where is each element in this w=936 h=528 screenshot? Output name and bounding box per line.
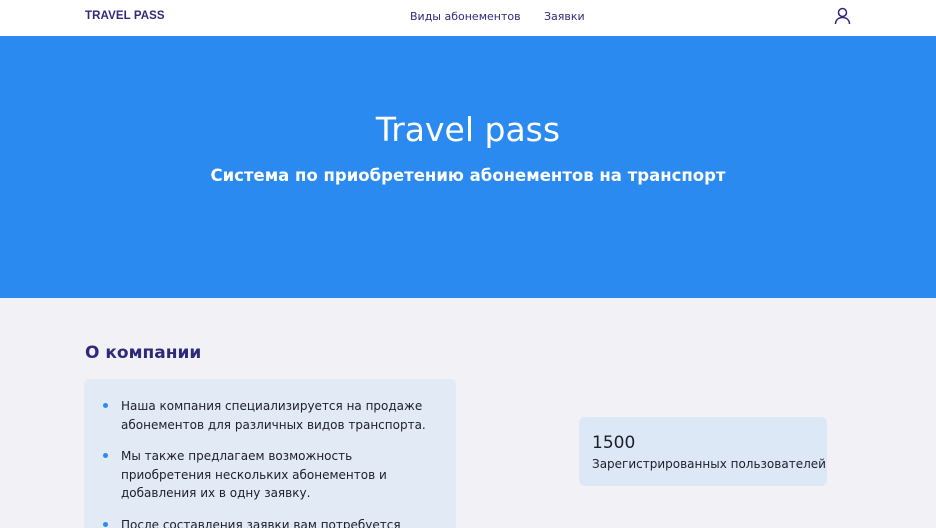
about-list: Наша компания специализируется на продаж… [84, 397, 456, 528]
about-section-title: О компании [85, 343, 202, 363]
logo[interactable]: TRAVEL PASS [85, 10, 165, 22]
hero-title: Travel pass [375, 110, 561, 149]
bullet-dot-icon [103, 453, 108, 458]
bullet-dot-icon [103, 403, 108, 408]
about-item-text: Мы также предлагаем возможность приобрет… [121, 449, 387, 500]
user-icon[interactable] [834, 7, 851, 25]
stat-number: 1500 [592, 433, 636, 453]
about-item-text: После составления заявки вам потребуется [121, 517, 401, 528]
about-list-item: Мы также предлагаем возможность приобрет… [84, 447, 456, 503]
nav-link-subscription-types[interactable]: Виды абонементов [410, 10, 521, 23]
about-item-text: Наша компания специализируется на продаж… [121, 399, 426, 432]
hero-banner: Travel pass Система по приобретению абон… [0, 36, 936, 298]
about-list-item: После составления заявки вам потребуется [84, 516, 456, 528]
stat-label: Зарегистрированных пользователей [592, 457, 826, 471]
about-card: Наша компания специализируется на продаж… [84, 379, 456, 528]
nav-link-requests[interactable]: Заявки [544, 10, 585, 23]
hero-subtitle: Система по приобретению абонементов на т… [210, 166, 726, 185]
bullet-dot-icon [103, 521, 108, 527]
registered-users-stat-card: 1500 Зарегистрированных пользователей [579, 417, 827, 486]
about-list-item: Наша компания специализируется на продаж… [84, 397, 456, 434]
site-header: TRAVEL PASS Виды абонементов Заявки [0, 0, 936, 36]
